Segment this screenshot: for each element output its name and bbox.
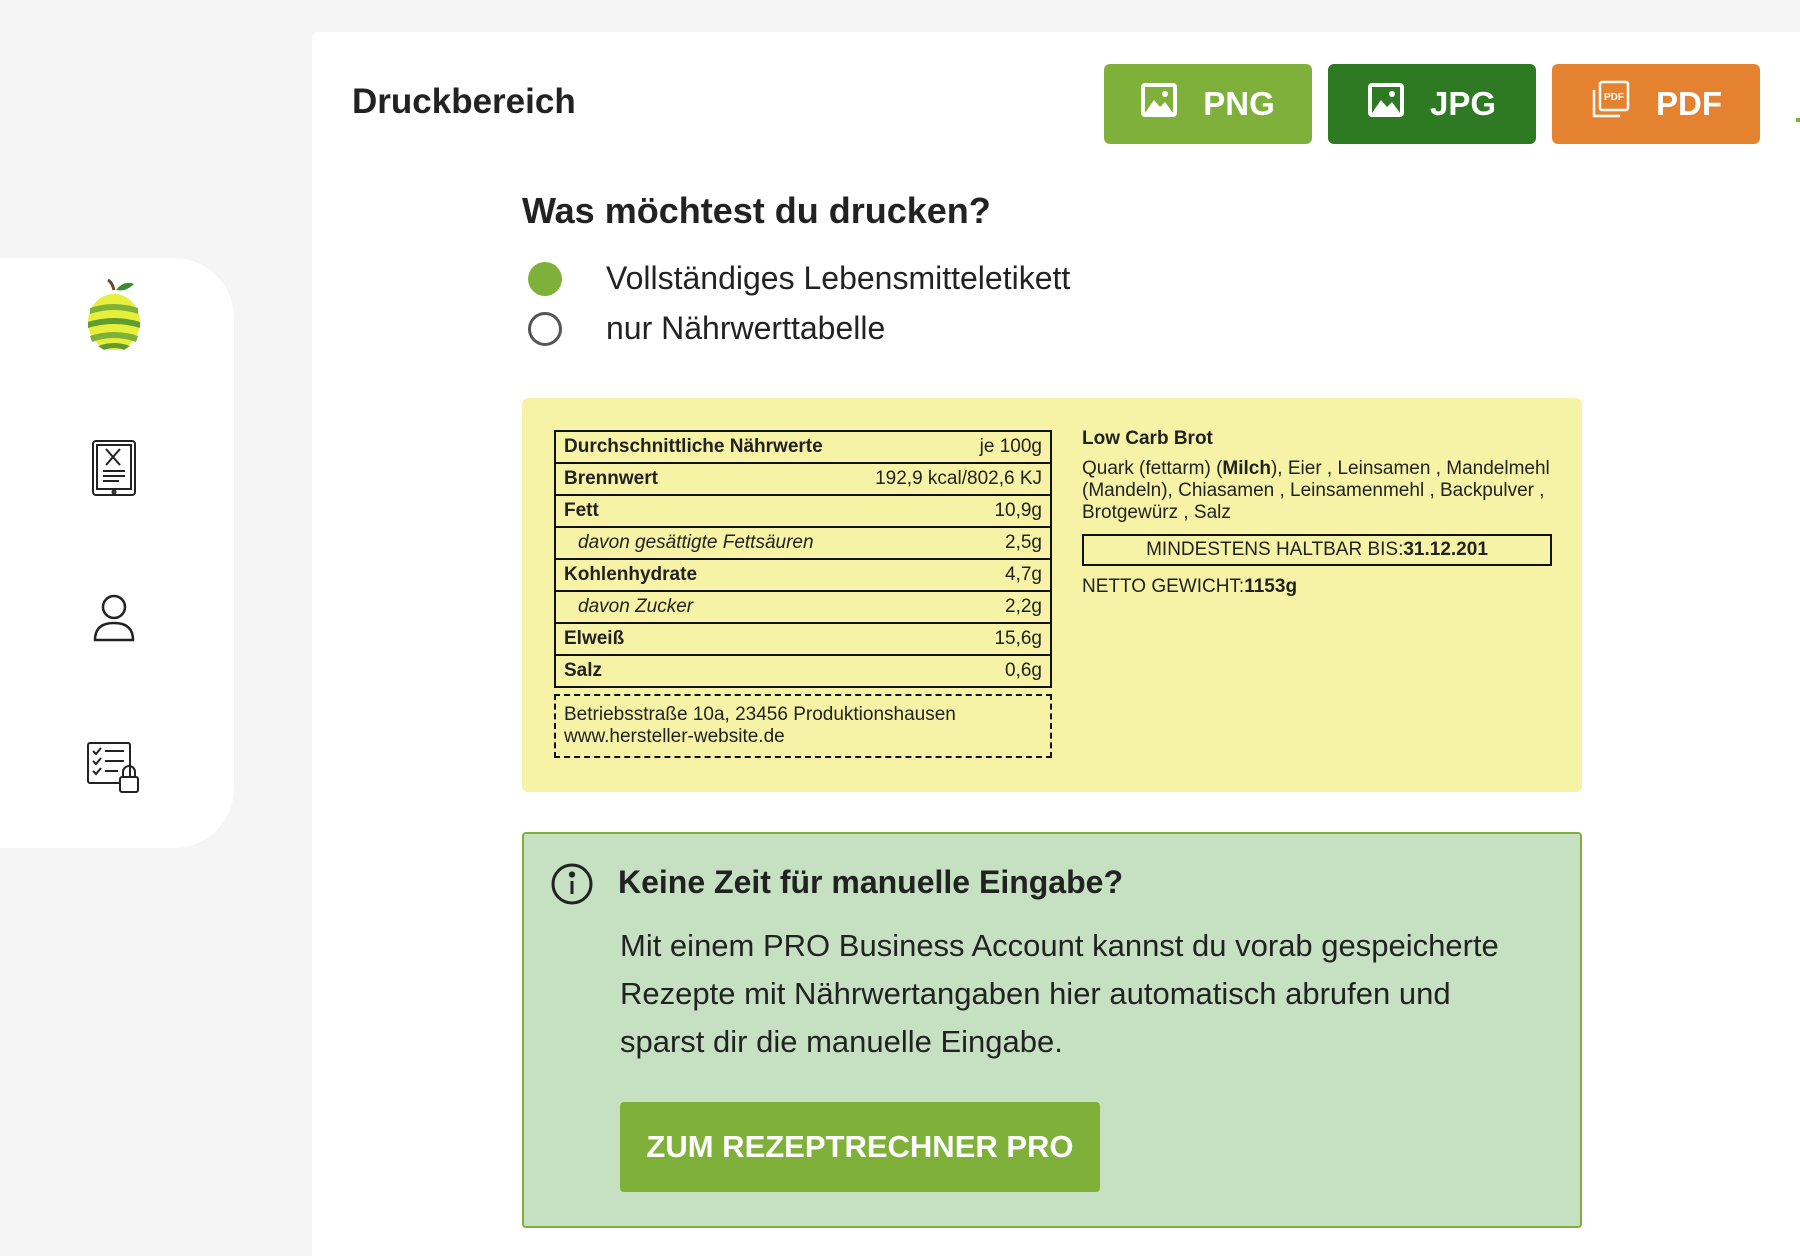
image-icon — [1141, 83, 1178, 125]
radio-full-label[interactable]: Vollständiges Lebensmitteletikett — [528, 260, 1070, 297]
pro-upsell-box: Keine Zeit für manuelle Eingabe? Mit ein… — [522, 832, 1582, 1228]
nutrition-table: Durchschnittliche Nährwerte je 100g Bren… — [554, 430, 1053, 688]
nutrient-label: Brennwert — [554, 462, 853, 496]
nutrient-value: 15,6g — [852, 622, 1053, 656]
checklist-lock-icon[interactable] — [84, 738, 144, 798]
nutrient-label: Salz — [554, 654, 853, 688]
product-info: Low Carb Brot Quark (fettarm) (Milch), E… — [1082, 428, 1552, 598]
print-area-card: Druckbereich PNG JPG PDF PDF Was möchtes… — [312, 32, 1800, 1256]
pro-recipe-calculator-button[interactable]: ZUM REZEPTRECHNER PRO — [620, 1102, 1100, 1192]
image-icon — [1367, 83, 1404, 125]
product-name: Low Carb Brot — [1082, 428, 1213, 449]
svg-text:PDF: PDF — [1604, 92, 1624, 103]
export-jpg-button[interactable]: JPG — [1328, 64, 1536, 144]
export-png-label: PNG — [1203, 85, 1275, 122]
user-icon[interactable] — [84, 588, 144, 648]
best-before-box: MINDESTENS HALTBAR BIS: 31.12.201 — [1082, 534, 1552, 566]
sidebar — [0, 258, 234, 848]
nutrient-label: davon gesättigte Fettsäuren — [554, 526, 853, 560]
manufacturer-address: Betriebsstraße 10a, 23456 Produktionshau… — [554, 694, 1052, 758]
table-row: davon gesättigte Fettsäuren 2,5g — [554, 526, 1053, 560]
radio-nutrition-only[interactable]: nur Nährwerttabelle — [528, 310, 885, 347]
best-before-label: MINDESTENS HALTBAR BIS: — [1146, 539, 1404, 560]
net-weight-label: NETTO GEWICHT: — [1082, 576, 1245, 597]
pdf-icon: PDF — [1590, 80, 1630, 128]
export-pdf-button[interactable]: PDF PDF — [1552, 64, 1760, 144]
export-jpg-label: JPG — [1429, 85, 1497, 122]
pro-title: Keine Zeit für manuelle Eingabe? — [618, 864, 1123, 900]
nutrient-value: 4,7g — [852, 558, 1053, 592]
radio-label: nur Nährwerttabelle — [606, 310, 886, 346]
table-row: Elweiß 15,6g — [554, 622, 1053, 656]
page-title: Druckbereich — [352, 82, 576, 121]
table-row: davon Zucker 2,2g — [554, 590, 1053, 624]
label-preview: Durchschnittliche Nährwerte je 100g Bren… — [522, 398, 1582, 792]
nutrient-value: 192,9 kcal/802,6 KJ — [852, 462, 1053, 496]
nutrient-label: davon Zucker — [554, 590, 853, 624]
nutrient-value: 0,6g — [852, 654, 1053, 688]
ingredients: Quark (fettarm) (Milch), Eier , Leinsame… — [1082, 458, 1552, 524]
address-line: Betriebsstraße 10a, 23456 Produktionshau… — [564, 704, 956, 725]
nutrient-value: 2,5g — [852, 526, 1053, 560]
ingredients-text: Quark (fettarm) ( — [1082, 458, 1223, 479]
table-row: Durchschnittliche Nährwerte je 100g — [554, 430, 1053, 464]
export-pdf-label: PDF — [1656, 85, 1722, 122]
table-row: Salz 0,6g — [554, 654, 1053, 688]
edge-marker — [1796, 118, 1800, 122]
table-row: Brennwert 192,9 kcal/802,6 KJ — [554, 462, 1053, 496]
table-row: Kohlenhydrate 4,7g — [554, 558, 1053, 592]
nutrient-value: 2,2g — [852, 590, 1053, 624]
radio-button-unselected[interactable] — [528, 311, 562, 346]
nutrient-label: Fett — [554, 494, 853, 528]
table-header-value: je 100g — [852, 430, 1053, 464]
nutrient-label: Elweiß — [554, 622, 853, 656]
recipe-tablet-icon[interactable] — [84, 438, 144, 498]
info-icon — [551, 863, 593, 905]
nutrient-label: Kohlenhydrate — [554, 558, 853, 592]
allergen: Milch — [1222, 458, 1271, 479]
website-line: www.hersteller-website.de — [564, 726, 785, 747]
pro-description: Mit einem PRO Business Account kannst du… — [620, 928, 1499, 1059]
table-header-label: Durchschnittliche Nährwerte — [554, 430, 853, 464]
net-weight: NETTO GEWICHT:1153g — [1082, 576, 1552, 598]
print-question: Was möchtest du drucken? — [522, 190, 991, 231]
net-weight-value: 1153g — [1244, 576, 1298, 597]
radio-label: Vollständiges Lebensmitteletikett — [606, 260, 1071, 296]
best-before-value: 31.12.201 — [1403, 539, 1488, 560]
table-row: Fett 10,9g — [554, 494, 1053, 528]
apple-logo-icon[interactable] — [84, 278, 144, 350]
radio-button-selected[interactable] — [528, 261, 562, 296]
nutrient-value: 10,9g — [852, 494, 1053, 528]
export-png-button[interactable]: PNG — [1104, 64, 1312, 144]
